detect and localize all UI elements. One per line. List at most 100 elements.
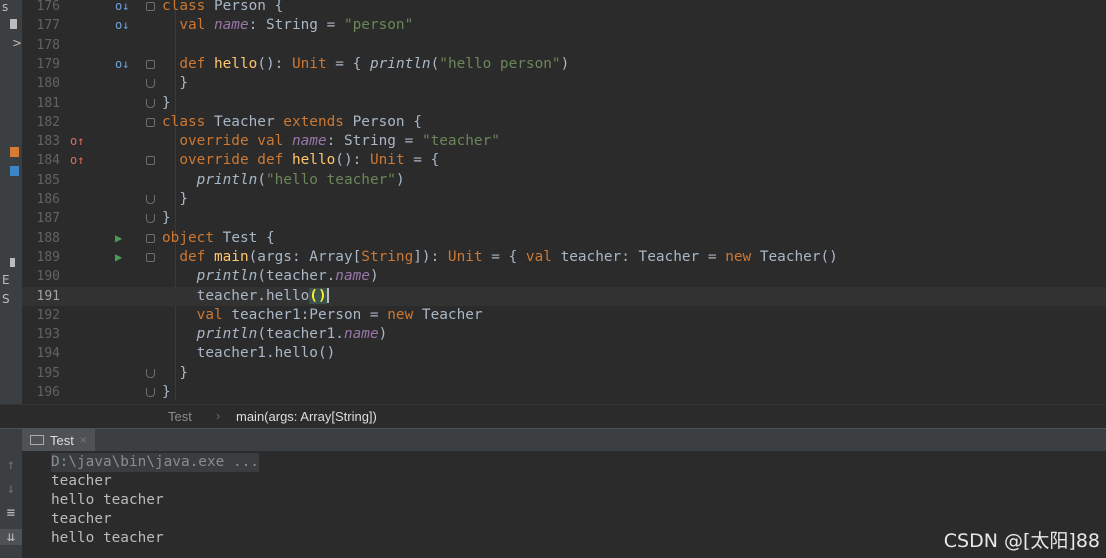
- soft-wrap-icon[interactable]: ≡: [0, 505, 22, 521]
- fold-marker-icon[interactable]: [146, 195, 155, 204]
- fold-marker-icon[interactable]: [146, 214, 155, 224]
- project-tool-strip: s > E S: [0, 0, 23, 425]
- class-file-icon: [10, 166, 19, 176]
- code-token: ():: [257, 55, 292, 72]
- code-line[interactable]: 191 teacher.hello(): [22, 286, 1106, 306]
- implemented-arrow-icon[interactable]: o↓: [115, 16, 129, 35]
- scroll-to-end-icon[interactable]: ⇊: [0, 529, 22, 545]
- code-token: Test {: [222, 229, 275, 246]
- code-text: val teacher1:Person = new Teacher: [162, 306, 483, 325]
- up-arrow-icon[interactable]: ↑: [0, 457, 22, 473]
- code-line[interactable]: 182 class Teacher extends Person {: [22, 113, 1106, 132]
- implemented-arrow-icon[interactable]: o↓: [115, 55, 129, 74]
- code-line[interactable]: 189 ▶ def main(args: Array[String]): Unit…: [22, 248, 1106, 267]
- line-number: 177: [36, 18, 60, 34]
- line-number: 188: [36, 230, 60, 246]
- code-token: def: [162, 248, 214, 265]
- fold-marker-icon[interactable]: [146, 233, 155, 243]
- down-arrow-icon[interactable]: ↓: [0, 481, 22, 497]
- code-token: ): [560, 55, 570, 72]
- code-text: class Teacher extends Person {: [162, 113, 422, 132]
- code-token: teacher: Teacher =: [560, 248, 726, 265]
- code-text: println("hello teacher"): [162, 171, 405, 190]
- code-line[interactable]: 188 ▶ object Test {: [22, 229, 1106, 248]
- code-token: }: [162, 94, 171, 111]
- code-text: val name: String = "person": [162, 16, 413, 35]
- run-triangle-icon[interactable]: ▶: [115, 229, 122, 248]
- line-number: 178: [36, 37, 60, 53]
- code-token: Person {: [213, 0, 284, 14]
- code-line[interactable]: 185 println("hello teacher"): [22, 171, 1106, 190]
- console-line: hello teacher: [51, 530, 164, 546]
- fold-marker-icon[interactable]: [146, 79, 155, 89]
- code-token: ): [378, 326, 388, 343]
- code-token: Unit: [447, 248, 483, 265]
- code-token: }: [162, 75, 188, 92]
- code-token: println: [196, 171, 258, 188]
- code-token: }: [162, 210, 171, 227]
- fold-marker-icon[interactable]: [146, 156, 155, 166]
- fold-marker-icon[interactable]: [146, 117, 155, 127]
- code-editor[interactable]: 176 o↓ class Person { 177 o↓ val name: Strin…: [22, 0, 1106, 404]
- line-number: 183: [36, 134, 60, 150]
- code-line[interactable]: 177 o↓ val name: String = "person": [22, 16, 1106, 35]
- code-line[interactable]: 194 teacher1.hello(): [22, 344, 1106, 363]
- code-token: (args: Array[: [248, 248, 362, 265]
- implemented-arrow-icon[interactable]: o↓: [115, 0, 129, 16]
- close-icon[interactable]: ×: [80, 433, 87, 447]
- text-cursor: [326, 288, 329, 303]
- code-token: Teacher: [421, 306, 483, 323]
- fold-marker-icon[interactable]: [146, 388, 155, 397]
- fold-marker-icon[interactable]: [146, 252, 155, 262]
- code-line[interactable]: 184 o↑ override def hello(): Unit = {: [22, 151, 1106, 170]
- code-line[interactable]: 183 o↑ override val name: String = "teach…: [22, 132, 1106, 151]
- code-token: }: [162, 364, 188, 381]
- code-token: "teacher": [421, 133, 500, 150]
- run-triangle-icon[interactable]: ▶: [115, 248, 122, 267]
- code-line[interactable]: 196}: [22, 383, 1106, 402]
- line-number: 192: [36, 307, 60, 323]
- code-token: Teacher: [213, 113, 284, 130]
- line-number: 186: [36, 192, 60, 207]
- code-line[interactable]: 180 }: [22, 74, 1106, 93]
- code-token: }: [162, 191, 188, 207]
- code-token: println: [196, 326, 258, 343]
- fold-marker-icon[interactable]: [146, 59, 155, 69]
- code-text: }: [162, 209, 171, 228]
- code-token: "hello teacher": [265, 171, 396, 188]
- folder-icon: [10, 258, 15, 267]
- code-line[interactable]: 195 }: [22, 364, 1106, 383]
- code-line[interactable]: 179 o↓ def hello(): Unit = { println("hel…: [22, 55, 1106, 74]
- breadcrumb-item-object[interactable]: Test: [168, 409, 192, 424]
- run-tab[interactable]: Test ×: [22, 429, 95, 451]
- fold-marker-icon[interactable]: [146, 368, 155, 378]
- code-token: new: [387, 306, 422, 323]
- override-arrow-icon[interactable]: o↑: [70, 132, 84, 151]
- console-line: teacher: [51, 511, 112, 527]
- line-number: 180: [36, 76, 60, 92]
- line-number: 191: [36, 288, 60, 304]
- code-line[interactable]: 190 println(teacher.name): [22, 267, 1106, 286]
- code-line[interactable]: 181}: [22, 94, 1106, 113]
- code-token: (: [430, 55, 440, 72]
- console-line: hello teacher: [51, 492, 164, 508]
- code-token: = {: [482, 248, 526, 265]
- fold-marker-icon[interactable]: [146, 2, 155, 11]
- code-token: ): [369, 268, 379, 285]
- code-line[interactable]: 187}: [22, 209, 1106, 228]
- fold-marker-icon[interactable]: [146, 98, 155, 108]
- override-arrow-icon[interactable]: o↑: [70, 151, 84, 170]
- code-token: Unit: [369, 152, 405, 169]
- code-line[interactable]: 186 }: [22, 190, 1106, 209]
- code-text: }: [162, 94, 171, 113]
- code-token: = {: [326, 55, 370, 72]
- code-token: Unit: [291, 55, 327, 72]
- code-line[interactable]: 178: [22, 36, 1106, 55]
- code-line[interactable]: 192 val teacher1:Person = new Teacher: [22, 306, 1106, 325]
- code-line[interactable]: 193 println(teacher1.name): [22, 325, 1106, 344]
- line-number: 196: [36, 385, 60, 400]
- code-text: teacher1.hello(): [162, 344, 336, 363]
- breadcrumb-item-method[interactable]: main(args: Array[String]): [236, 409, 377, 424]
- code-line[interactable]: 176 o↓ class Person {: [22, 0, 1106, 16]
